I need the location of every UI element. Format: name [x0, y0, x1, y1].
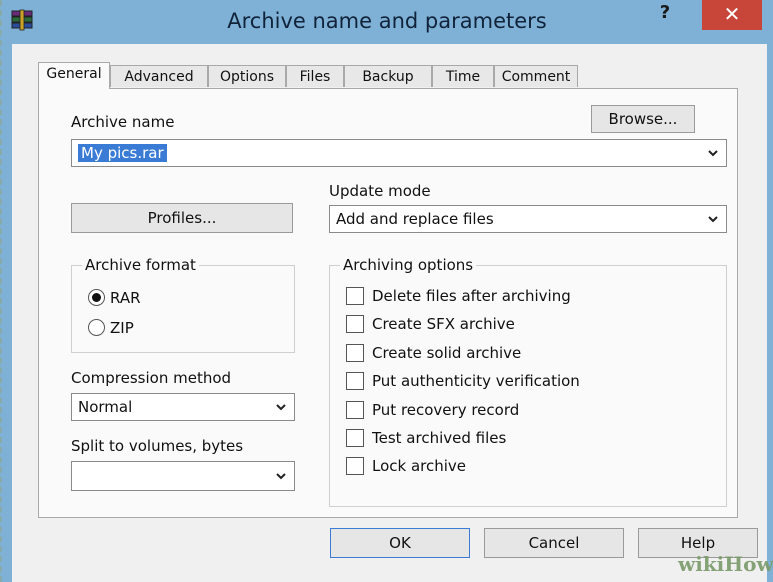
checkbox-icon[interactable]	[346, 315, 364, 333]
tab-advanced[interactable]: Advanced	[110, 65, 208, 87]
checkbox-label: Delete files after archiving	[372, 287, 571, 305]
chevron-down-icon[interactable]	[274, 394, 288, 420]
ok-button[interactable]: OK	[330, 528, 470, 558]
update-mode-value: Add and replace files	[336, 210, 494, 228]
checkbox-label: Put recovery record	[372, 401, 520, 419]
split-volumes-label: Split to volumes, bytes	[71, 437, 244, 455]
dialog-title: Archive name and parameters	[227, 9, 547, 33]
wikihow-watermark: wikiHow	[678, 552, 773, 576]
update-mode-label: Update mode	[329, 182, 431, 200]
title-help-button[interactable]: ?	[645, 2, 685, 26]
checkbox-label: Create SFX archive	[372, 315, 515, 333]
tab-backup[interactable]: Backup	[344, 65, 432, 87]
checkbox-icon[interactable]	[346, 344, 364, 362]
compression-method-label: Compression method	[71, 369, 232, 387]
checkbox-label: Put authenticity verification	[372, 372, 580, 390]
checkbox-icon[interactable]	[346, 457, 364, 475]
compression-method-select[interactable]: Normal	[71, 393, 295, 421]
checkbox-icon[interactable]	[346, 429, 364, 447]
archive-name-value: My pics.rar	[78, 144, 167, 162]
radio-button-icon[interactable]	[88, 319, 105, 336]
dialog-client-area: General Advanced Options Files Backup Ti…	[12, 44, 767, 582]
checkbox-icon[interactable]	[346, 401, 364, 419]
cancel-button[interactable]: Cancel	[484, 528, 624, 558]
title-bar: Archive name and parameters ? ✕	[2, 0, 773, 44]
tab-comment[interactable]: Comment	[494, 65, 578, 87]
close-button[interactable]: ✕	[702, 0, 762, 30]
checkbox-label: Create solid archive	[372, 344, 522, 362]
chevron-down-icon[interactable]	[706, 140, 720, 166]
radio-zip-label: ZIP	[110, 319, 134, 337]
radio-button-icon[interactable]	[88, 289, 105, 306]
checkbox-label: Test archived files	[372, 429, 507, 447]
tab-general[interactable]: General	[38, 62, 110, 89]
chevron-down-icon[interactable]	[706, 206, 720, 232]
checkbox-icon[interactable]	[346, 287, 364, 305]
archive-format-group: Archive format RAR ZIP	[71, 256, 295, 353]
split-volumes-combobox[interactable]	[71, 461, 295, 491]
profiles-button[interactable]: Profiles...	[71, 203, 293, 233]
archive-format-title: Archive format	[82, 256, 199, 274]
compression-method-value: Normal	[78, 398, 133, 416]
tab-options[interactable]: Options	[208, 65, 286, 87]
checkbox-icon[interactable]	[346, 372, 364, 390]
browse-button[interactable]: Browse...	[591, 105, 695, 133]
tab-files[interactable]: Files	[286, 65, 344, 87]
general-tab-panel: Archive name Browse... My pics.rar Updat…	[38, 88, 738, 518]
tab-time[interactable]: Time	[432, 65, 494, 87]
chevron-down-icon[interactable]	[274, 462, 288, 490]
update-mode-select[interactable]: Add and replace files	[329, 205, 727, 233]
dialog-window: Archive name and parameters ? ✕ General …	[0, 0, 773, 582]
archiving-options-title: Archiving options	[340, 256, 477, 274]
archive-name-combobox[interactable]: My pics.rar	[71, 139, 727, 167]
checkbox-label: Lock archive	[372, 457, 467, 475]
radio-rar-label: RAR	[110, 289, 141, 307]
archive-name-label: Archive name	[71, 113, 175, 131]
winrar-app-icon	[10, 9, 36, 33]
archiving-options-group: Archiving options Delete files after arc…	[329, 256, 727, 507]
